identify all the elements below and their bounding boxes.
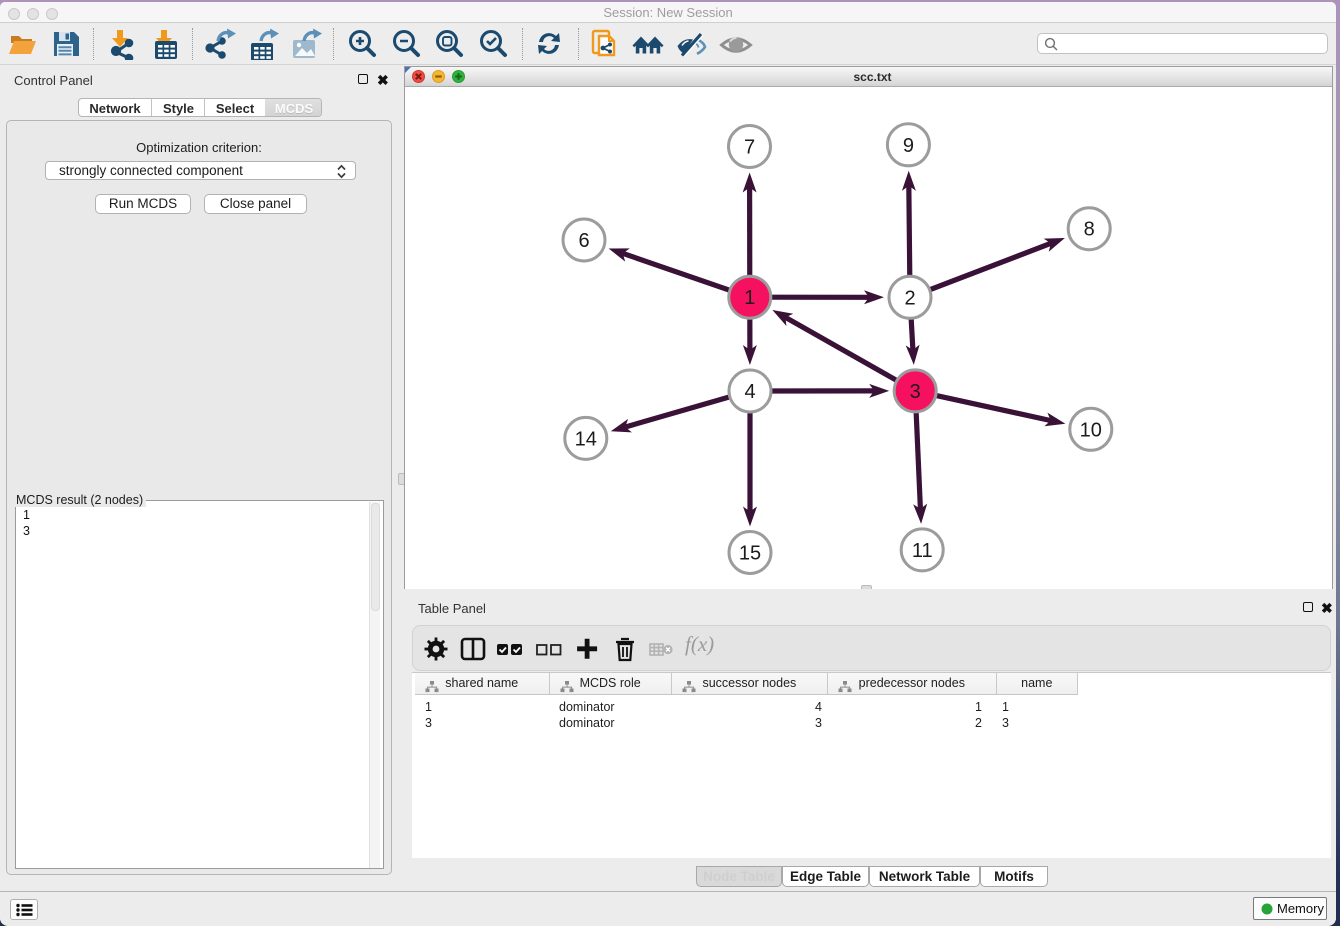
svg-text:9: 9 <box>903 135 914 157</box>
svg-text:6: 6 <box>578 230 589 252</box>
svg-text:8: 8 <box>1084 219 1095 241</box>
svg-text:1: 1 <box>744 287 755 309</box>
svg-text:14: 14 <box>575 428 597 450</box>
svg-text:4: 4 <box>744 381 755 403</box>
svg-text:7: 7 <box>744 137 755 159</box>
svg-text:2: 2 <box>904 287 915 309</box>
svg-text:15: 15 <box>739 543 761 565</box>
svg-text:10: 10 <box>1080 419 1102 441</box>
svg-text:3: 3 <box>910 381 921 403</box>
svg-text:11: 11 <box>912 540 933 562</box>
